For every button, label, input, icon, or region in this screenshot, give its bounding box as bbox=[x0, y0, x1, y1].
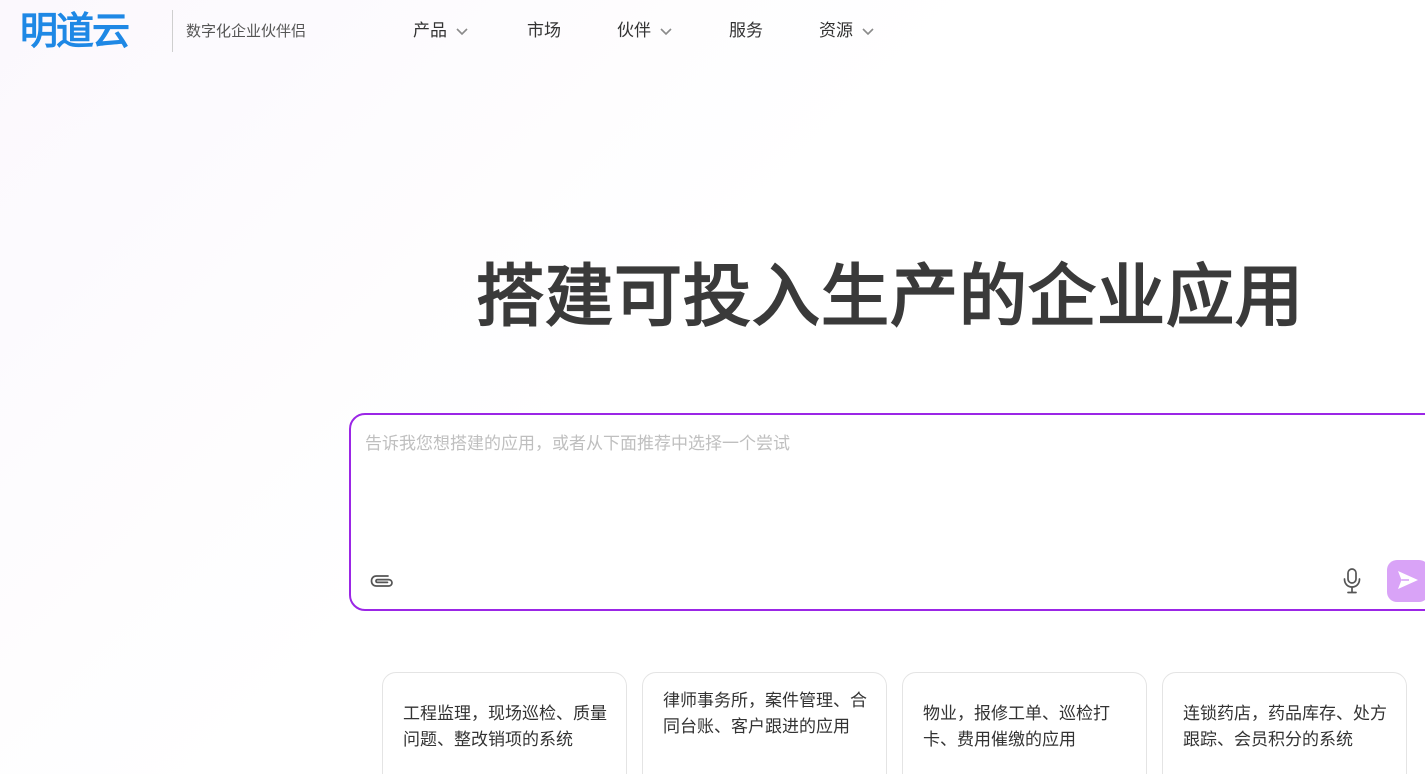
nav-item-label: 资源 bbox=[819, 21, 853, 41]
suggestion-text: 物业，报修工单、巡检打卡、费用催缴的应用 bbox=[923, 704, 1110, 750]
paperclip-icon[interactable] bbox=[368, 570, 396, 592]
chevron-down-icon bbox=[455, 24, 469, 38]
slogan: 数字化企业伙伴侣 bbox=[186, 22, 307, 40]
nav-item-label: 市场 bbox=[527, 21, 561, 41]
send-icon bbox=[1396, 569, 1420, 594]
suggestion-card[interactable]: 工程监理，现场巡检、质量问题、整改销项的系统 bbox=[382, 672, 627, 774]
chevron-down-icon bbox=[659, 24, 673, 38]
nav-item-partners[interactable]: 伙伴 bbox=[617, 19, 673, 43]
suggestion-text: 律师事务所，案件管理、合同台账、客户跟进的应用 bbox=[663, 691, 867, 737]
logo-text: 明道云 bbox=[20, 9, 130, 53]
nav-item-services[interactable]: 服务 bbox=[729, 19, 763, 43]
suggestion-text: 工程监理，现场巡检、质量问题、整改销项的系统 bbox=[403, 704, 607, 750]
hero-title: 搭建可投入生产的企业应用 bbox=[476, 258, 1305, 337]
logo-divider bbox=[172, 10, 173, 52]
suggestion-card[interactable]: 物业，报修工单、巡检打卡、费用催缴的应用 bbox=[902, 672, 1147, 774]
nav-item-products[interactable]: 产品 bbox=[413, 19, 469, 43]
suggestion-card[interactable]: 律师事务所，案件管理、合同台账、客户跟进的应用 bbox=[642, 672, 887, 774]
suggestion-card[interactable]: 连锁药店，药品库存、处方跟踪、会员积分的系统 bbox=[1162, 672, 1407, 774]
send-button[interactable] bbox=[1387, 560, 1425, 602]
nav-item-label: 产品 bbox=[413, 21, 447, 41]
nav-item-label: 伙伴 bbox=[617, 21, 651, 41]
logo[interactable]: 明道云 bbox=[20, 8, 130, 54]
nav-item-label: 服务 bbox=[729, 21, 763, 41]
nav-item-resources[interactable]: 资源 bbox=[819, 19, 875, 43]
microphone-icon[interactable] bbox=[1341, 567, 1363, 595]
page: 明道云 数字化企业伙伴侣 产品 市场 伙伴 服务 资源 搭建可投入生产的企业应用… bbox=[0, 0, 1425, 774]
prompt-box bbox=[349, 413, 1425, 611]
prompt-input[interactable] bbox=[365, 431, 1385, 551]
nav-item-market[interactable]: 市场 bbox=[527, 19, 561, 43]
chevron-down-icon bbox=[861, 24, 875, 38]
suggestion-text: 连锁药店，药品库存、处方跟踪、会员积分的系统 bbox=[1183, 704, 1387, 750]
